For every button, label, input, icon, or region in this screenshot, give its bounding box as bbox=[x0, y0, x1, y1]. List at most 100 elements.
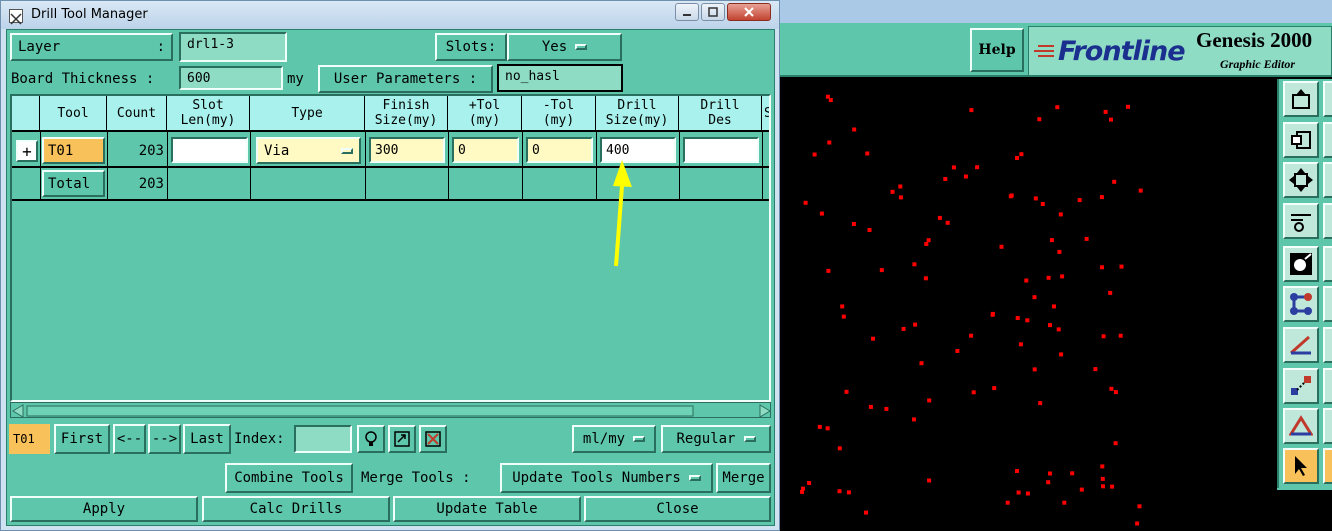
tool-t01-button[interactable]: T01 bbox=[42, 137, 105, 164]
drill-hole-dot bbox=[828, 98, 833, 103]
pan-left-button[interactable] bbox=[1283, 122, 1319, 158]
expand-row-button[interactable]: + bbox=[16, 140, 38, 162]
product-subtitle: Graphic Editor bbox=[1220, 57, 1296, 71]
toolbar-button-partial[interactable] bbox=[1323, 408, 1332, 444]
update-table-button[interactable]: Update Table bbox=[393, 496, 581, 522]
drill-hole-dot bbox=[923, 276, 928, 281]
slots-dropdown[interactable]: Yes bbox=[507, 33, 622, 61]
toolbar-button-partial[interactable] bbox=[1323, 448, 1332, 484]
header-drill-des: Drill Des bbox=[679, 96, 762, 132]
drill-hole-dot bbox=[1055, 105, 1060, 110]
angle-tool-button[interactable] bbox=[1283, 408, 1319, 444]
total-button[interactable]: Total bbox=[42, 170, 105, 197]
index-field[interactable] bbox=[294, 425, 352, 453]
drill-hole-dot bbox=[884, 406, 889, 411]
drill-hole-dot bbox=[817, 424, 822, 429]
toolbar-button-partial[interactable] bbox=[1323, 81, 1332, 117]
toolbar-button-partial[interactable] bbox=[1323, 203, 1332, 239]
pad-tool-button[interactable] bbox=[1283, 246, 1319, 282]
merge-option-dropdown[interactable]: Update Tools Numbers bbox=[500, 463, 713, 493]
home-view-button[interactable] bbox=[1283, 81, 1319, 117]
line-tool-button[interactable] bbox=[1283, 327, 1319, 363]
plus-tol-input[interactable]: 0 bbox=[452, 137, 519, 163]
toolbar-button-partial[interactable] bbox=[1323, 327, 1332, 363]
drill-hole-dot bbox=[969, 108, 974, 113]
drill-hole-dot bbox=[1019, 152, 1024, 157]
index-label: Index: bbox=[234, 431, 285, 447]
apply-button[interactable]: Apply bbox=[10, 496, 198, 522]
header-type: Type bbox=[250, 96, 365, 132]
help-button[interactable]: Help bbox=[970, 28, 1024, 72]
drill-hole-dot bbox=[1046, 480, 1051, 485]
dialog-client: Layer : drl1-3 Slots: Yes Board Thicknes… bbox=[6, 29, 775, 526]
next-button[interactable]: --> bbox=[148, 424, 181, 454]
header-expand bbox=[12, 96, 40, 132]
combine-tools-button[interactable]: Combine Tools bbox=[225, 463, 353, 493]
drill-hole-dot bbox=[1056, 327, 1061, 332]
row-divider bbox=[12, 166, 769, 168]
close-button[interactable]: Close bbox=[584, 496, 771, 522]
minimize-button[interactable] bbox=[675, 3, 699, 21]
merge-option-value: Update Tools Numbers bbox=[512, 470, 681, 486]
type-dropdown[interactable]: Via bbox=[256, 137, 361, 164]
maximize-button[interactable] bbox=[701, 3, 725, 21]
last-button[interactable]: Last bbox=[183, 424, 231, 454]
slot-len-input[interactable] bbox=[171, 137, 248, 163]
board-thickness-field[interactable]: 600 bbox=[179, 66, 283, 90]
measure-button[interactable] bbox=[1283, 203, 1319, 239]
select-pointer-button[interactable] bbox=[1283, 448, 1319, 484]
prev-button[interactable]: <-- bbox=[113, 424, 146, 454]
merge-button[interactable]: Merge bbox=[716, 463, 771, 493]
col-divider bbox=[40, 132, 41, 199]
current-tool-indicator: T01 bbox=[9, 424, 50, 454]
layer-field[interactable]: drl1-3 bbox=[179, 32, 287, 62]
units-dropdown[interactable]: ml/my bbox=[572, 425, 656, 453]
clear-highlight-button[interactable] bbox=[419, 425, 447, 453]
toolbar-button-partial[interactable] bbox=[1323, 162, 1332, 198]
toolbar-button-partial[interactable] bbox=[1323, 368, 1332, 404]
toolbar-button-partial[interactable] bbox=[1323, 122, 1332, 158]
toolbar-button-partial[interactable] bbox=[1323, 246, 1332, 282]
layer-sep: : bbox=[156, 39, 165, 55]
drill-hole-dot bbox=[1009, 193, 1014, 198]
slots-label: Slots: bbox=[435, 33, 507, 61]
drill-hole-dot bbox=[825, 94, 830, 99]
user-parameters-field[interactable]: no_hasl bbox=[497, 64, 623, 92]
drill-hole-dot bbox=[1126, 104, 1130, 109]
drill-size-input[interactable]: 400 bbox=[600, 137, 676, 163]
drill-hole-dot bbox=[1079, 487, 1084, 492]
title-bar[interactable]: Drill Tool Manager bbox=[1, 1, 779, 29]
highlight-button[interactable] bbox=[357, 425, 385, 453]
drill-hole-dot bbox=[801, 486, 805, 491]
zoom-button[interactable] bbox=[388, 425, 416, 453]
frontline-logo: Frontline bbox=[1034, 33, 1194, 69]
fit-view-button[interactable] bbox=[1283, 162, 1319, 198]
layer-selector-button[interactable]: Layer : bbox=[10, 33, 173, 61]
lightbulb-icon bbox=[365, 431, 377, 446]
drill-hole-dot bbox=[1112, 179, 1117, 184]
net-tool-button[interactable] bbox=[1283, 286, 1319, 322]
col-divider bbox=[448, 132, 449, 199]
table-horizontal-scrollbar[interactable] bbox=[10, 402, 771, 418]
desktop-strip bbox=[780, 0, 1332, 23]
move-tool-button[interactable] bbox=[1283, 368, 1319, 404]
close-icon bbox=[744, 7, 754, 17]
pointer-icon bbox=[1295, 456, 1307, 476]
minus-tol-input[interactable]: 0 bbox=[526, 137, 593, 163]
mode-dropdown[interactable]: Regular bbox=[661, 425, 771, 453]
first-button[interactable]: First bbox=[54, 424, 110, 454]
col-divider bbox=[167, 132, 168, 199]
close-window-button[interactable] bbox=[727, 3, 771, 21]
drill-hole-dot bbox=[1016, 490, 1021, 495]
drill-hole-dot bbox=[901, 326, 906, 331]
drill-hole-dot bbox=[1084, 236, 1089, 241]
user-parameters-button[interactable]: User Parameters : bbox=[318, 65, 493, 93]
drill-des-input[interactable] bbox=[683, 137, 759, 163]
calc-drills-button[interactable]: Calc Drills bbox=[202, 496, 390, 522]
finish-size-input[interactable]: 300 bbox=[369, 137, 445, 163]
drill-hole-dot bbox=[1113, 441, 1118, 446]
toolbar-button-partial[interactable] bbox=[1323, 286, 1332, 322]
tools-table: Tool Count Slot Len(my) Type Finish Size(m… bbox=[10, 94, 771, 402]
graphics-canvas[interactable] bbox=[780, 79, 1277, 531]
drill-hole-dot bbox=[837, 489, 842, 494]
